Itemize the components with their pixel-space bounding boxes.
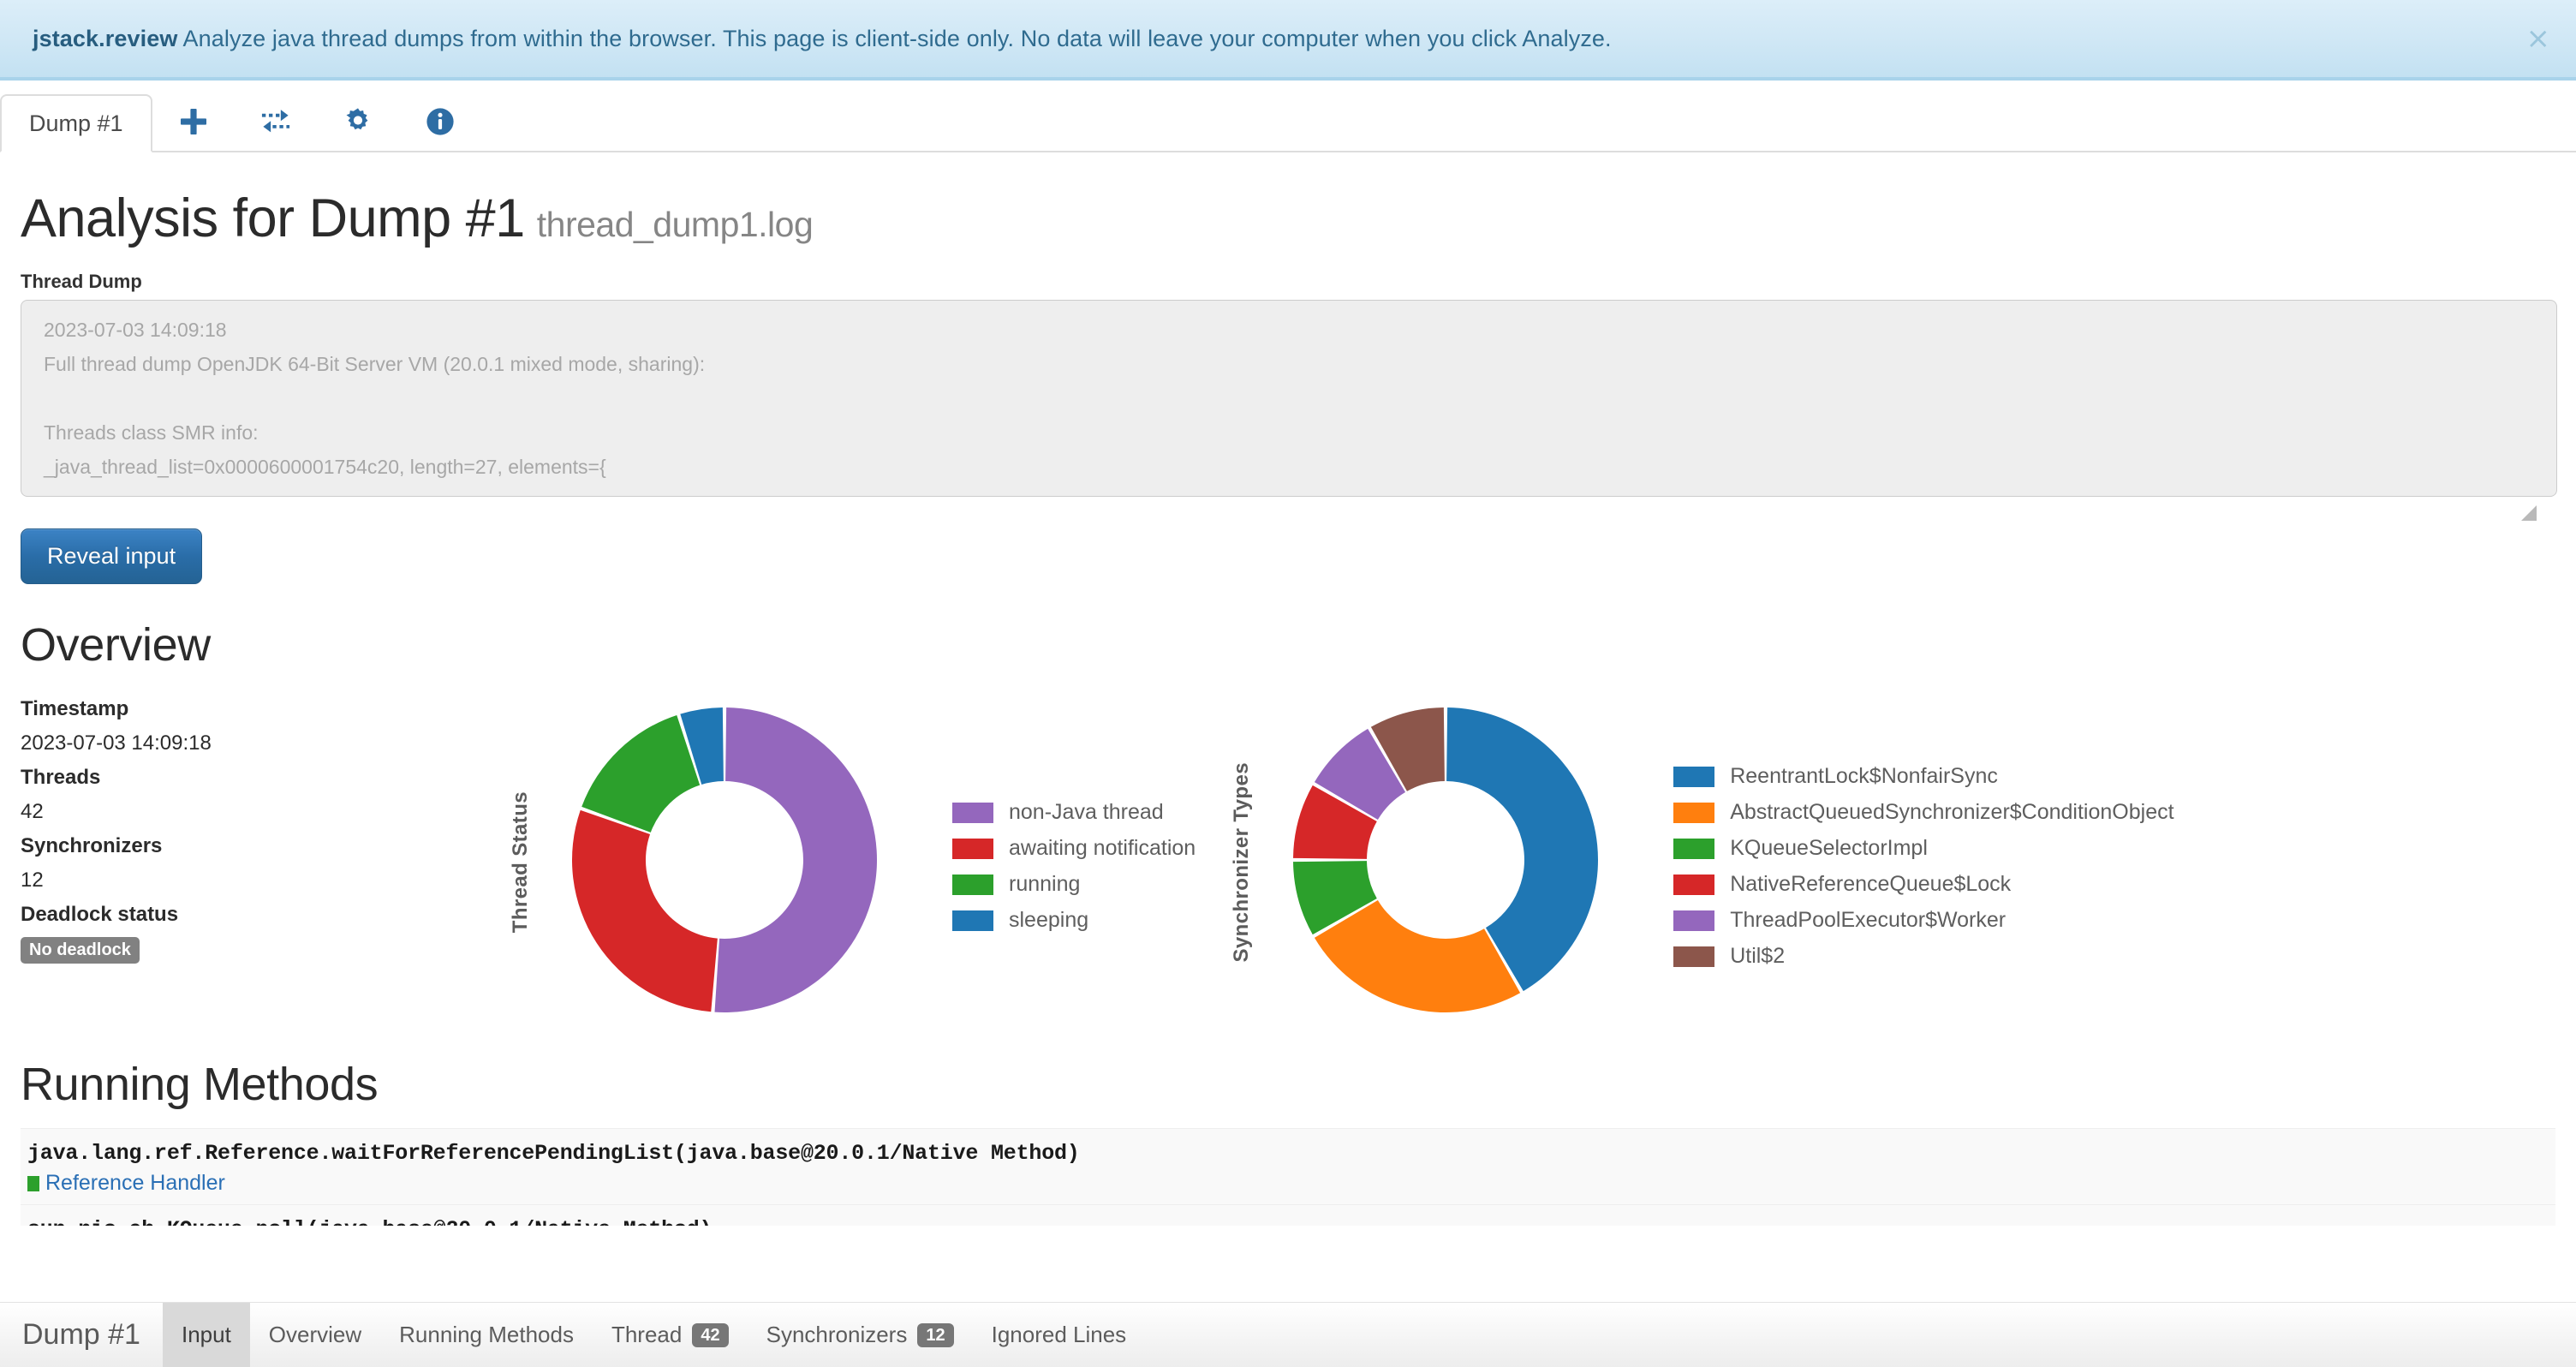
legend-label: non-Java thread bbox=[1009, 800, 1164, 825]
legend-label: Util$2 bbox=[1730, 944, 1786, 969]
legend-swatch bbox=[1673, 874, 1715, 895]
legend-swatch bbox=[1673, 766, 1715, 787]
bottom-dump-label: Dump #1 bbox=[22, 1318, 140, 1351]
legend-swatch bbox=[1673, 802, 1715, 823]
legend-label: KQueueSelectorImpl bbox=[1730, 836, 1928, 861]
legend-item[interactable]: non-Java thread bbox=[952, 800, 1196, 825]
stat-key-threads: Threads bbox=[21, 766, 101, 790]
bottom-tab-label: Ignored Lines bbox=[991, 1322, 1127, 1347]
legend-swatch bbox=[1673, 946, 1715, 967]
legend-item[interactable]: KQueueSelectorImpl bbox=[1673, 836, 2174, 861]
synchronizer-types-legend: ReentrantLock$NonfairSync AbstractQueued… bbox=[1673, 755, 2174, 969]
info-icon[interactable] bbox=[399, 93, 481, 151]
bottom-tab-label: Synchronizers bbox=[766, 1322, 908, 1347]
page-title-text: Analysis for Dump #1 bbox=[21, 188, 525, 248]
textarea-resize-handle[interactable] bbox=[2521, 505, 2537, 521]
banner-description: Analyze java thread dumps from within th… bbox=[182, 25, 1612, 51]
overview-heading: Overview bbox=[21, 619, 211, 672]
dump-tabstrip: Dump #1 bbox=[0, 81, 2576, 152]
settings-gear-icon[interactable] bbox=[317, 93, 399, 151]
bottom-tab-synchronizers[interactable]: Synchronizers 12 bbox=[748, 1303, 973, 1367]
info-banner: jstack.review Analyze java thread dumps … bbox=[0, 0, 2576, 81]
tab-dump-1[interactable]: Dump #1 bbox=[0, 94, 152, 152]
thread-dump-textarea[interactable] bbox=[21, 300, 2557, 498]
legend-label: sleeping bbox=[1009, 908, 1089, 933]
legend-item[interactable]: AbstractQueuedSynchronizer$ConditionObje… bbox=[1673, 800, 2174, 825]
overview-row: Timestamp 2023-07-03 14:09:18 Threads 42… bbox=[21, 689, 2555, 1036]
legend-swatch bbox=[952, 874, 993, 895]
stat-key-deadlock: Deadlock status bbox=[21, 903, 179, 927]
bottom-tab-badge: 42 bbox=[692, 1322, 729, 1347]
running-method-name: sun.nio.ch.KQueue.poll(java.base@20.0.1/… bbox=[27, 1217, 2549, 1226]
stat-value-synchronizers: 12 bbox=[21, 869, 44, 892]
bottom-navbar: Dump #1 Input Overview Running Methods T… bbox=[0, 1302, 2576, 1367]
legend-item[interactable]: Util$2 bbox=[1673, 944, 2174, 969]
status-badge-deadlock: No deadlock bbox=[21, 937, 140, 964]
reveal-input-button[interactable]: Reveal input bbox=[21, 528, 203, 585]
stat-value-threads: 42 bbox=[21, 800, 44, 824]
synchronizer-types-chart-block: Synchronizer Types ReentrantLock$Nonfair… bbox=[1230, 689, 2174, 1036]
legend-swatch bbox=[952, 910, 993, 931]
dump-filename: thread_dump1.log bbox=[536, 205, 814, 244]
bottom-tab-label: Running Methods bbox=[399, 1322, 574, 1347]
thread-link[interactable]: Reference Handler bbox=[45, 1171, 225, 1196]
running-method-thread: Reference Handler bbox=[27, 1171, 2549, 1196]
donut-slice[interactable] bbox=[581, 715, 701, 833]
running-methods-heading: Running Methods bbox=[21, 1059, 379, 1111]
donut-slice[interactable] bbox=[1315, 900, 1521, 1013]
legend-label: ReentrantLock$NonfairSync bbox=[1730, 764, 1998, 789]
legend-item[interactable]: ReentrantLock$NonfairSync bbox=[1673, 764, 2174, 789]
legend-item[interactable]: NativeReferenceQueue$Lock bbox=[1673, 872, 2174, 897]
synchronizer-types-axis-label: Synchronizer Types bbox=[1230, 761, 1254, 963]
legend-swatch bbox=[1673, 838, 1715, 859]
stat-key-synchronizers: Synchronizers bbox=[21, 834, 163, 858]
page-title: Analysis for Dump #1 thread_dump1.log bbox=[21, 190, 2555, 247]
bottom-tab-thread[interactable]: Thread 42 bbox=[593, 1303, 748, 1367]
running-method-name: java.lang.ref.Reference.waitForReference… bbox=[27, 1141, 1080, 1167]
add-dump-icon[interactable] bbox=[152, 93, 235, 151]
legend-swatch bbox=[952, 838, 993, 859]
thread-status-chart-block: Thread Status non-Java thread awaiting n… bbox=[509, 689, 1196, 1036]
bottom-tab-badge: 12 bbox=[917, 1322, 954, 1347]
compare-dumps-icon[interactable] bbox=[235, 93, 317, 151]
bottom-tab-label: Thread bbox=[611, 1322, 683, 1347]
thread-status-donut-svg bbox=[572, 707, 877, 1013]
bottom-tab-label: Input bbox=[181, 1322, 231, 1347]
bottom-tab-overview[interactable]: Overview bbox=[250, 1303, 380, 1367]
overview-stats: Timestamp 2023-07-03 14:09:18 Threads 42… bbox=[21, 689, 466, 964]
thread-status-donut bbox=[553, 689, 896, 1036]
thread-status-axis-label: Thread Status bbox=[509, 791, 532, 934]
legend-label: running bbox=[1009, 872, 1081, 897]
legend-item[interactable]: ThreadPoolExecutor$Worker bbox=[1673, 908, 2174, 933]
legend-item[interactable]: awaiting notification bbox=[952, 836, 1196, 861]
main-content: Analysis for Dump #1 thread_dump1.log Thr… bbox=[0, 190, 2576, 1227]
bottom-tab-input[interactable]: Input bbox=[162, 1303, 250, 1367]
synchronizer-types-donut bbox=[1274, 689, 1617, 1036]
stat-key-timestamp: Timestamp bbox=[21, 697, 129, 721]
running-method-row: java.lang.ref.Reference.waitForReference… bbox=[21, 1128, 2555, 1205]
donut-slice[interactable] bbox=[572, 809, 718, 1012]
legend-label: AbstractQueuedSynchronizer$ConditionObje… bbox=[1730, 800, 2174, 825]
legend-item[interactable]: sleeping bbox=[952, 908, 1196, 933]
legend-label: NativeReferenceQueue$Lock bbox=[1730, 872, 2012, 897]
legend-label: ThreadPoolExecutor$Worker bbox=[1730, 908, 2007, 933]
donut-slice[interactable] bbox=[714, 707, 877, 1013]
thread-status-legend: non-Java thread awaiting notification ru… bbox=[952, 791, 1196, 933]
bottom-tab-running-methods[interactable]: Running Methods bbox=[380, 1303, 593, 1367]
legend-label: awaiting notification bbox=[1009, 836, 1196, 861]
brand-name: jstack.review bbox=[33, 25, 178, 51]
close-icon[interactable]: × bbox=[2526, 24, 2551, 53]
thread-dump-label: Thread Dump bbox=[21, 271, 142, 293]
thread-status-dot-icon bbox=[27, 1175, 39, 1191]
synchronizer-types-donut-svg bbox=[1293, 707, 1599, 1013]
legend-swatch bbox=[1673, 910, 1715, 931]
stat-value-timestamp: 2023-07-03 14:09:18 bbox=[21, 731, 212, 755]
running-method-row: sun.nio.ch.KQueue.poll(java.base@20.0.1/… bbox=[21, 1204, 2555, 1227]
legend-swatch bbox=[952, 802, 993, 823]
bottom-tab-ignored-lines[interactable]: Ignored Lines bbox=[973, 1303, 1146, 1367]
bottom-tab-label: Overview bbox=[268, 1322, 362, 1347]
legend-item[interactable]: running bbox=[952, 872, 1196, 897]
tabstrip-tools bbox=[152, 93, 481, 151]
banner-text: jstack.review Analyze java thread dumps … bbox=[33, 26, 1612, 52]
